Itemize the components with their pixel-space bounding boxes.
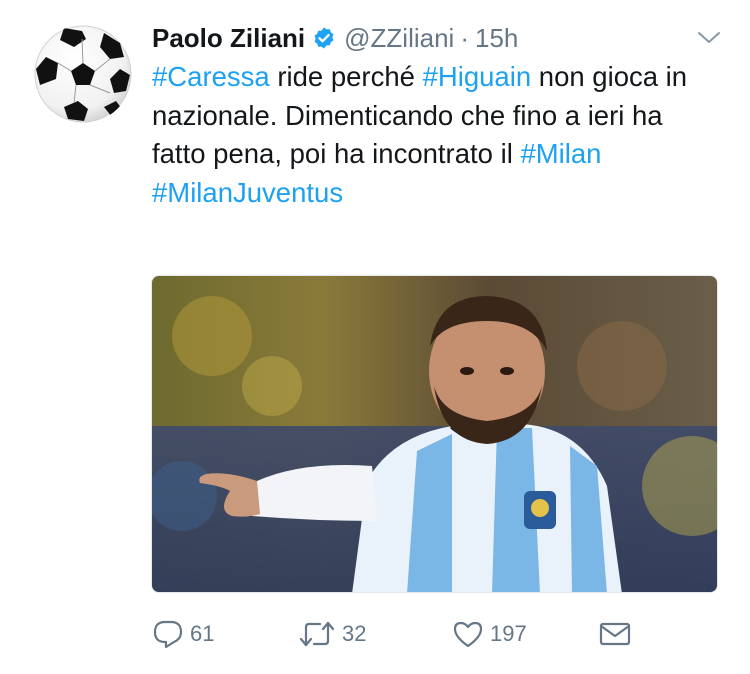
reply-icon [152, 619, 184, 649]
avatar[interactable] [34, 25, 132, 123]
tweet-actions: 61 32 197 [152, 614, 732, 654]
soccer-ball-icon [34, 25, 132, 123]
hashtag-link[interactable]: #Higuain [423, 61, 532, 92]
verified-icon [312, 26, 336, 50]
hashtag-link[interactable]: #Caressa [152, 61, 270, 92]
chevron-down-icon[interactable] [694, 28, 724, 48]
retweet-count: 32 [342, 621, 367, 646]
retweet-icon [298, 619, 336, 649]
tweet-text-segment: ride perché [269, 61, 423, 92]
retweet-button[interactable]: 32 [298, 614, 366, 654]
reply-button[interactable]: 61 [152, 614, 214, 654]
hashtag-link[interactable]: #Milan [520, 138, 601, 169]
reply-count: 61 [190, 621, 215, 646]
like-icon [452, 619, 484, 649]
direct-message-icon [598, 619, 632, 649]
like-count: 197 [490, 621, 527, 646]
tweet-media-photo[interactable] [151, 275, 718, 593]
player-photo [152, 276, 717, 592]
direct-message-button[interactable] [598, 614, 632, 654]
tweet-header: Paolo Ziliani @ZZiliani · 15h [152, 20, 518, 56]
author-name[interactable]: Paolo Ziliani [152, 23, 305, 54]
tweet-text: #Caressa ride perché #Higuain non gioca … [152, 58, 712, 212]
separator-dot: · [460, 22, 469, 53]
tweet-time[interactable]: 15h [475, 23, 518, 54]
hashtag-link[interactable]: #MilanJuventus [152, 177, 343, 208]
like-button[interactable]: 197 [452, 614, 527, 654]
author-handle[interactable]: @ZZiliani [344, 23, 454, 54]
